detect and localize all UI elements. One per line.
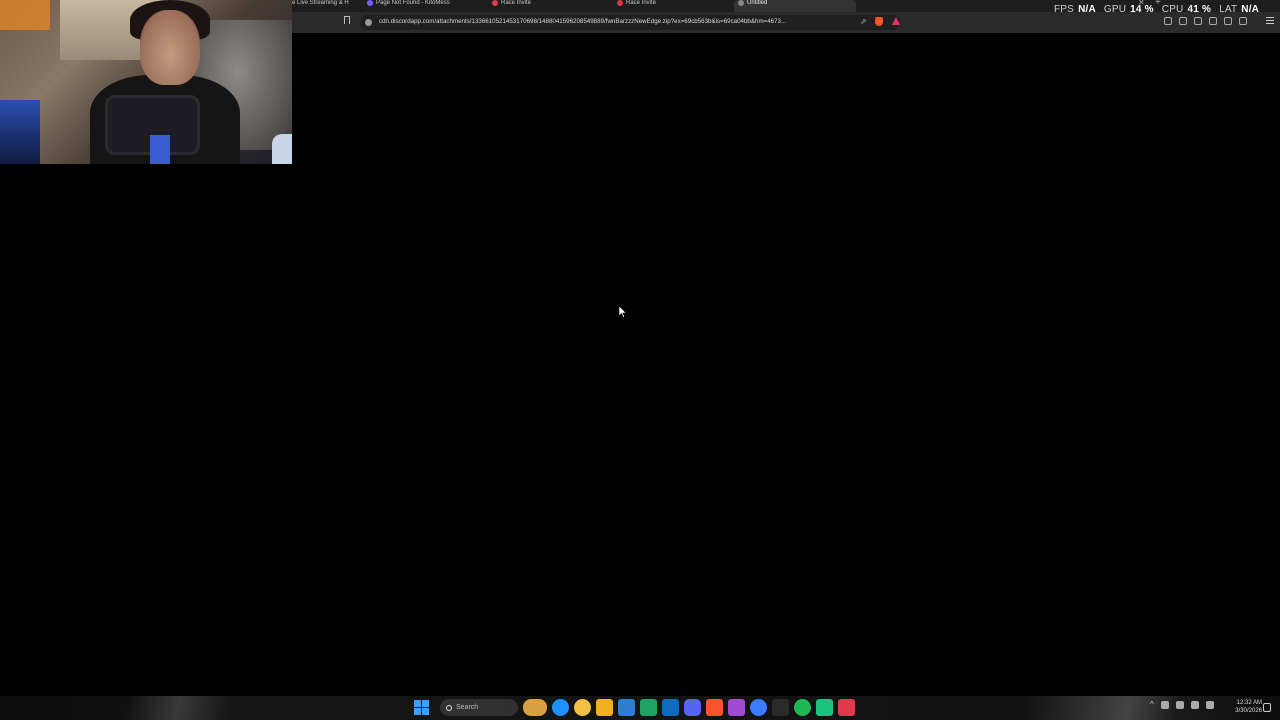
tab-favicon-icon [492, 0, 498, 6]
tab-title: Page Not Found - KitoMess [376, 0, 450, 6]
tray-app-icon[interactable] [1160, 700, 1169, 709]
windows-taskbar: Search ^ 12:32 AM 3/30/2026 [0, 696, 1280, 720]
gpu-value: 14 % [1130, 4, 1154, 15]
tab-title: e Live Streaming & H [292, 0, 349, 6]
desktop-screen: e Live Streaming & H Page Not Found - Ki… [0, 0, 1280, 720]
browser-tab[interactable]: Race Invite [617, 0, 697, 12]
url-text[interactable]: cdn.discordapp.com/attachments/133661052… [379, 18, 786, 25]
fps-value: N/A [1078, 4, 1096, 15]
tab-favicon-icon [738, 0, 744, 6]
cpu-value: 41 % [1187, 4, 1212, 15]
purple-app-icon[interactable] [728, 699, 745, 716]
tab-title: Race Invite [626, 0, 657, 6]
excel-icon[interactable] [640, 699, 657, 716]
clock-time: 12:32 AM [1236, 700, 1262, 706]
clock-date: 3/30/2026 [1235, 708, 1262, 714]
microphone-icon[interactable] [1175, 700, 1184, 709]
extensions-icon[interactable] [1164, 17, 1172, 25]
gpu-readout: GPU 14 % [1104, 4, 1154, 16]
toolbar-extension-icons [1164, 17, 1247, 25]
brave-rewards-icon[interactable] [892, 17, 900, 25]
outlook-icon[interactable] [662, 699, 679, 716]
webcam-overlay [0, 0, 292, 164]
wallet-icon[interactable] [1194, 17, 1202, 25]
windows-start-icon[interactable] [414, 700, 429, 715]
fps-label: FPS [1054, 4, 1075, 15]
fps-readout: FPS N/A [1054, 4, 1096, 16]
file-explorer-icon[interactable] [596, 699, 613, 716]
browser-tab[interactable]: e Live Streaming & H [292, 0, 354, 12]
tab-favicon-icon [367, 0, 373, 6]
volume-icon[interactable] [1205, 700, 1214, 709]
latency-value: N/A [1241, 4, 1260, 15]
page-content[interactable] [292, 33, 1280, 696]
performance-overlay: FPS N/A GPU 14 % CPU 41 % LAT N/A [1054, 4, 1259, 16]
latency-label: LAT [1219, 4, 1238, 15]
green-app-icon[interactable] [816, 699, 833, 716]
address-bar[interactable]: cdn.discordapp.com/attachments/133661052… [360, 15, 900, 30]
widgets-icon[interactable] [523, 699, 547, 716]
browser-tab[interactable]: Page Not Found - KitoMess [367, 0, 467, 12]
browser-tab-active[interactable]: Untitled [734, 0, 856, 12]
brave-icon[interactable] [706, 699, 723, 716]
store-icon[interactable] [618, 699, 635, 716]
discord-icon[interactable] [684, 699, 701, 716]
race-app-icon[interactable] [838, 699, 855, 716]
vpn-icon[interactable] [1224, 17, 1232, 25]
share-icon[interactable]: ⇗ [860, 17, 867, 26]
profile-icon[interactable] [1239, 17, 1247, 25]
network-icon[interactable] [1190, 700, 1199, 709]
bookmark-icon[interactable] [344, 16, 350, 24]
search-icon [446, 704, 452, 711]
cpu-readout: CPU 41 % [1162, 4, 1211, 16]
tab-title: Untitled [747, 0, 768, 6]
tab-favicon-icon [617, 0, 623, 6]
taskbar-clock[interactable]: 12:32 AM 3/30/2026 [1226, 699, 1262, 715]
edge-icon[interactable] [552, 699, 569, 716]
sidebar-icon[interactable] [1179, 17, 1187, 25]
search-placeholder: Search [456, 704, 479, 711]
taskbar-apps: Search [414, 699, 855, 716]
latency-readout: LAT N/A [1219, 4, 1259, 16]
spotify-icon[interactable] [794, 699, 811, 716]
gpu-label: GPU [1103, 4, 1127, 15]
browser-tab[interactable]: Race Invite [492, 0, 572, 12]
menu-icon[interactable] [1266, 17, 1274, 26]
site-info-icon[interactable] [365, 19, 372, 26]
obs-icon[interactable] [750, 699, 767, 716]
notification-icon[interactable] [1263, 703, 1271, 712]
leo-icon[interactable] [1209, 17, 1217, 25]
chevron-up-icon[interactable]: ^ [1150, 700, 1154, 709]
tab-title: Race Invite [501, 0, 532, 6]
cpu-label: CPU [1161, 4, 1184, 15]
terminal-icon[interactable] [772, 699, 789, 716]
copilot-icon[interactable] [574, 699, 591, 716]
system-tray: ^ [1150, 700, 1214, 709]
taskbar-search[interactable]: Search [440, 699, 518, 716]
brave-shields-icon[interactable] [875, 17, 883, 26]
